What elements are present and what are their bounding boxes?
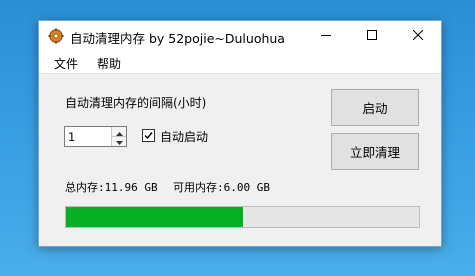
memory-progress-fill: [66, 207, 243, 227]
window-title: 自动清理内存 by 52pojie~Duluohua: [70, 31, 285, 46]
interval-label: 自动清理内存的间隔(小时): [65, 96, 207, 110]
autostart-checkbox[interactable]: [142, 129, 155, 142]
close-button[interactable]: [395, 21, 441, 51]
minimize-icon: [321, 29, 331, 43]
autostart-label[interactable]: 自动启动: [160, 128, 208, 145]
menu-file[interactable]: 文件: [54, 55, 78, 72]
maximize-icon: [367, 29, 377, 43]
app-gear-icon: [48, 28, 64, 44]
clean-now-button[interactable]: 立即清理: [331, 133, 419, 170]
arrow-down-icon: [115, 134, 123, 148]
minimize-button[interactable]: [303, 21, 349, 51]
menu-bar: 文件 帮助: [39, 51, 441, 74]
title-bar[interactable]: 自动清理内存 by 52pojie~Duluohua: [39, 21, 441, 51]
app-window: 自动清理内存 by 52pojie~Duluohua 文件 帮助 自动清理内存的…: [38, 20, 442, 247]
interval-value[interactable]: 1: [68, 130, 75, 144]
menu-help[interactable]: 帮助: [97, 55, 121, 72]
start-button[interactable]: 启动: [331, 89, 419, 126]
available-memory-label: 可用内存:6.00 GB: [173, 181, 270, 194]
close-icon: [412, 29, 424, 43]
interval-stepper[interactable]: 1: [64, 126, 127, 147]
memory-progress-bar: [65, 206, 420, 228]
total-memory-label: 总内存:11.96 GB: [65, 181, 158, 194]
maximize-button[interactable]: [349, 21, 395, 51]
stepper-buttons: [111, 127, 126, 146]
stepper-down-button[interactable]: [112, 136, 126, 145]
